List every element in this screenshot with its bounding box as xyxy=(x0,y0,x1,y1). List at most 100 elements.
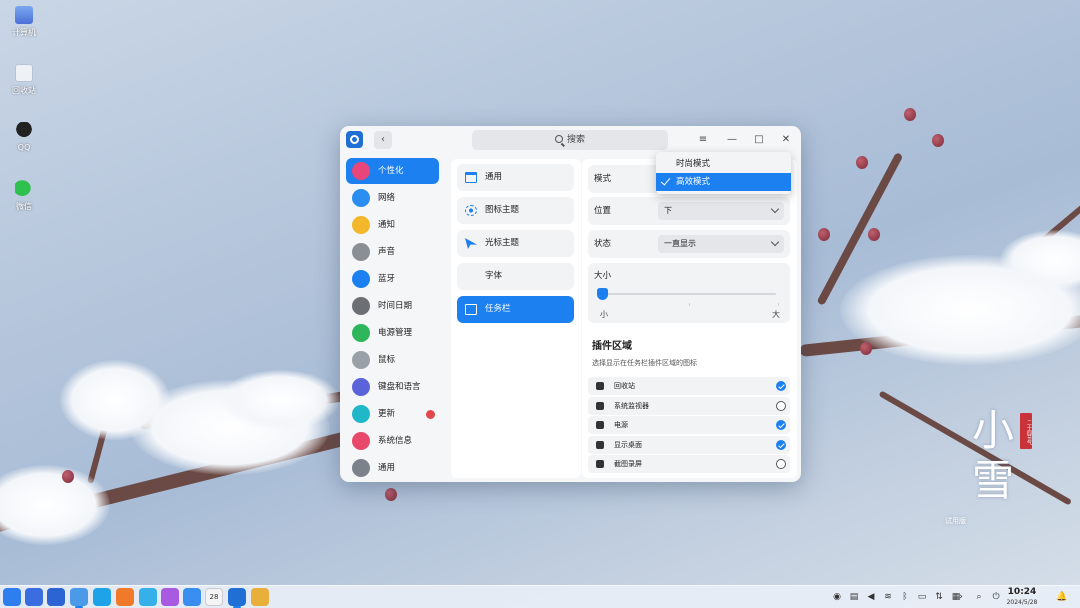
monitor-icon xyxy=(596,401,604,410)
plugin-area-title: 插件区域 xyxy=(592,341,632,352)
status-select[interactable]: 一直显示 xyxy=(658,235,784,253)
plugin-checkbox[interactable] xyxy=(776,420,786,430)
personalization-menu-label: 任务栏 xyxy=(485,304,511,314)
personalization-menu-item[interactable]: 任务栏 xyxy=(457,296,574,323)
sidebar-item[interactable]: 通用 xyxy=(346,455,439,481)
taskbar: 10:24 2024/5/28 28 ◉ ▤ ◀ ≋ ᛒ ▭ ⇅ ▦ › ⌕ ⏻ 🔔 xyxy=(0,585,1080,608)
plugin-label: 电源 xyxy=(614,421,628,429)
titlebar[interactable]: ‹ 搜索 ≡ — □ ✕ xyxy=(340,126,801,154)
back-button[interactable]: ‹ xyxy=(374,131,392,149)
size-slider-track[interactable] xyxy=(602,293,776,295)
minimize-button[interactable]: — xyxy=(724,132,740,148)
launcher-icon[interactable] xyxy=(3,588,21,606)
update-tray-icon[interactable]: ◉ xyxy=(831,591,843,603)
sidebar-item[interactable]: 键盘和语言 xyxy=(346,374,439,400)
network-tray-icon[interactable]: ⇅ xyxy=(933,591,945,603)
app-store-icon[interactable] xyxy=(116,588,134,606)
sidebar-item[interactable]: 更新 xyxy=(346,401,439,427)
expand-tray-icon[interactable]: › xyxy=(955,591,967,603)
personalization-menu-item[interactable]: 通用 xyxy=(457,164,574,191)
sidebar-item[interactable]: 网络 xyxy=(346,185,439,211)
personalization-icon xyxy=(352,162,370,180)
file-manager-icon[interactable] xyxy=(70,588,88,608)
mode-option[interactable]: 时尚模式 xyxy=(656,155,791,173)
wechat-icon xyxy=(15,180,33,198)
notification-icon[interactable]: 🔔 xyxy=(1056,591,1068,603)
plugin-checkbox[interactable] xyxy=(776,439,786,450)
slider-tick xyxy=(689,303,690,306)
keyboard-tray-icon[interactable]: ▤ xyxy=(848,591,860,603)
update-badge xyxy=(426,410,435,419)
search-tray-icon[interactable]: ⌕ xyxy=(973,591,985,603)
plugin-checkbox[interactable] xyxy=(776,381,786,391)
plugin-row: 显示桌面 xyxy=(588,435,790,454)
checkmark-icon xyxy=(660,175,671,186)
bluetooth-tray-icon[interactable]: ᛒ xyxy=(899,591,911,603)
desktop-icon-computer[interactable]: 计算机 xyxy=(4,6,44,38)
clock-date[interactable]: 2024/5/28 xyxy=(1006,599,1038,606)
taskbar-icon xyxy=(465,304,477,315)
size-card: 大小 小 大 xyxy=(588,263,790,323)
mode-option[interactable]: 高效模式 xyxy=(656,173,791,191)
cursor-icon xyxy=(465,238,477,249)
theme-icon[interactable] xyxy=(251,588,269,606)
position-select[interactable]: 下 xyxy=(658,202,784,220)
multitask-icon[interactable] xyxy=(25,588,43,606)
image-viewer-icon[interactable] xyxy=(139,588,157,606)
personalization-menu-label: 图标主题 xyxy=(485,205,520,215)
sidebar-item[interactable]: 蓝牙 xyxy=(346,266,439,292)
main-menu-button[interactable]: ≡ xyxy=(695,132,711,148)
clock-time[interactable]: 10:24 xyxy=(1006,587,1038,597)
calendar-icon[interactable]: 28 xyxy=(205,588,223,606)
status-label: 状态 xyxy=(594,239,612,249)
control-center-icon[interactable] xyxy=(228,588,246,608)
slider-tick xyxy=(778,303,779,306)
sidebar-item[interactable]: 电源管理 xyxy=(346,320,439,346)
size-label: 大小 xyxy=(594,271,612,281)
power-icon xyxy=(596,421,604,429)
desktop-icon-trash[interactable]: 回收站 xyxy=(4,64,44,96)
personalization-menu-item[interactable]: 光标主题 xyxy=(457,230,574,257)
sidebar-item[interactable]: 个性化 xyxy=(346,158,439,184)
personalization-menu-label: 字体 xyxy=(485,271,503,281)
plugin-row: 系统监视器 xyxy=(588,396,790,415)
sidebar-item-label: 网络 xyxy=(378,193,396,203)
music-icon[interactable] xyxy=(161,588,179,606)
maximize-button[interactable]: □ xyxy=(751,132,767,148)
plugin-checkbox[interactable] xyxy=(776,459,786,469)
plugin-checkbox[interactable] xyxy=(776,400,786,411)
size-slider-thumb[interactable] xyxy=(597,288,608,300)
close-button[interactable]: ✕ xyxy=(778,132,794,148)
sidebar-item[interactable]: 系统信息 xyxy=(346,428,439,454)
desktop-icon-qq[interactable]: QQ xyxy=(4,122,44,152)
sidebar-item[interactable]: 时间日期 xyxy=(346,293,439,319)
sidebar-item[interactable]: 通知 xyxy=(346,212,439,238)
size-max-label: 大 xyxy=(772,310,780,319)
battery-icon[interactable]: ▭ xyxy=(916,591,928,603)
search-icon xyxy=(554,135,563,143)
sidebar-item[interactable]: 鼠标 xyxy=(346,347,439,373)
size-min-label: 小 xyxy=(600,310,608,319)
contacts-icon[interactable] xyxy=(183,588,201,606)
mode-option-label: 时尚模式 xyxy=(676,159,711,169)
sidebar-item-label: 通知 xyxy=(378,220,396,230)
position-row: 位置 下 xyxy=(588,197,790,225)
desktop-show-icon[interactable] xyxy=(47,588,65,606)
status-value: 一直显示 xyxy=(664,239,696,248)
volume-icon[interactable]: ◀ xyxy=(865,591,877,603)
wifi-icon[interactable]: ≋ xyxy=(882,591,894,603)
desktop-icon-wechat[interactable]: 微信 xyxy=(4,180,44,212)
sidebar-item-label: 鼠标 xyxy=(378,355,396,365)
browser-icon[interactable] xyxy=(93,588,111,606)
personalization-menu-item[interactable]: 字体 xyxy=(457,263,574,290)
network-icon xyxy=(352,189,370,207)
sidebar-item-label: 通用 xyxy=(378,463,396,473)
sidebar-item[interactable]: 声音 xyxy=(346,239,439,265)
position-value: 下 xyxy=(664,206,672,215)
speaker-icon xyxy=(352,243,370,261)
power-tray-icon[interactable]: ⏻ xyxy=(990,591,1002,603)
personalization-menu-item[interactable]: 图标主题 xyxy=(457,197,574,224)
wallpaper-caption: 试用版 xyxy=(945,517,966,525)
mode-option-label: 高效模式 xyxy=(676,177,711,187)
search-input[interactable]: 搜索 xyxy=(472,130,668,150)
